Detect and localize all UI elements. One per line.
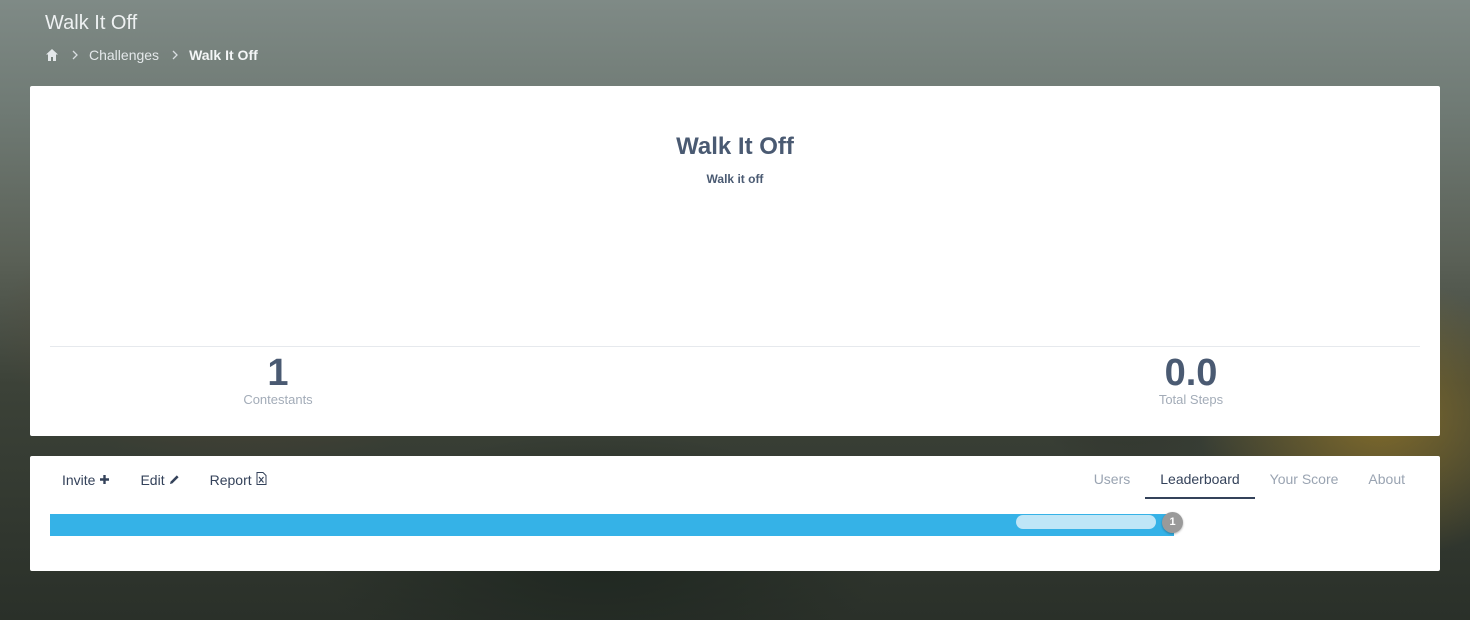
- contestants-count: 1: [267, 352, 289, 394]
- pencil-icon: [169, 472, 180, 488]
- home-icon[interactable]: [45, 48, 59, 62]
- excel-file-icon: [256, 472, 267, 488]
- tab-leaderboard[interactable]: Leaderboard: [1145, 456, 1256, 499]
- challenge-summary-card: Walk It Off Walk it off 1 Contestants 0.…: [30, 86, 1440, 436]
- breadcrumb-current: Walk It Off: [189, 47, 258, 63]
- breadcrumb-challenges-link[interactable]: Challenges: [89, 47, 159, 63]
- report-label: Report: [209, 472, 252, 488]
- edit-button[interactable]: Edit: [140, 472, 179, 488]
- tab-your-score[interactable]: Your Score: [1255, 456, 1354, 498]
- tab-users[interactable]: Users: [1079, 456, 1146, 498]
- contestants-label: Contestants: [243, 392, 313, 407]
- plus-icon: [99, 472, 110, 488]
- page-title: Walk It Off: [45, 12, 138, 34]
- chevron-right-icon: [171, 47, 179, 63]
- report-button[interactable]: Report: [210, 472, 267, 488]
- leaderboard-progress-bar: [50, 514, 1174, 536]
- action-toolbar: Invite Edit Report: [62, 472, 297, 488]
- invite-button[interactable]: Invite: [62, 472, 110, 488]
- edit-label: Edit: [140, 472, 165, 488]
- divider: [50, 346, 1420, 347]
- invite-label: Invite: [62, 472, 96, 488]
- breadcrumb: Challenges Walk It Off: [45, 47, 258, 63]
- total-steps-count: 0.0: [1164, 352, 1218, 394]
- tab-bar: Users Leaderboard Your Score About: [1079, 456, 1420, 499]
- total-steps-label: Total Steps: [1158, 392, 1224, 407]
- tab-about[interactable]: About: [1353, 456, 1420, 498]
- contestants-stat: 1 Contestants: [178, 350, 378, 407]
- total-steps-stat: 0.0 Total Steps: [1091, 350, 1291, 407]
- chevron-right-icon: [71, 47, 79, 63]
- rank-badge: 1: [1162, 512, 1183, 533]
- challenge-description: Walk it off: [706, 172, 764, 186]
- challenge-title: Walk It Off: [676, 133, 794, 160]
- leaderboard-card: Invite Edit Report Users Leaderboard You…: [30, 456, 1440, 571]
- redacted-user-name: [1016, 515, 1156, 529]
